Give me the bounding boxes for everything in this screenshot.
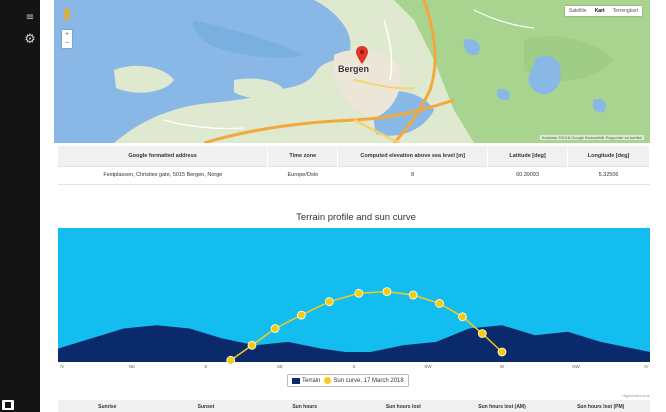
x-tick-label: W (500, 364, 505, 369)
header-timezone: Time zone (267, 146, 339, 166)
chart-title: Terrain profile and sun curve (296, 212, 416, 223)
x-tick-label: SE (277, 364, 283, 369)
x-tick-label: NE (129, 364, 135, 369)
header-elevation: Computed elevation above sea level [m] (337, 146, 489, 166)
x-tick-label: N (60, 364, 63, 369)
side-rail: ≡ ⚙ (0, 0, 40, 412)
sun-point (270, 324, 280, 333)
legend-sun-label: Sun curve, 17 March 2018 (333, 377, 404, 384)
zoom-control[interactable]: + − (62, 30, 72, 48)
header-sun-hours: Sun hours (292, 404, 318, 410)
taskbar-icon[interactable] (2, 400, 14, 410)
sun-point (435, 299, 444, 308)
main-content: + − Satellite Kart Terrengkart Bergen Kar… (40, 0, 666, 412)
location-info-table: Google formatted address Time zone Compu… (58, 146, 650, 185)
legend-terrain-label: Terrain (302, 377, 321, 384)
map-marker-icon[interactable] (356, 46, 368, 64)
header-sun-hours-lost-pm: Sun hours lost (PM) (577, 404, 625, 410)
sun-point (458, 312, 467, 322)
chart-legend: Terrain Sun curve, 17 March 2018 (287, 374, 409, 387)
cell-timezone: Europe/Oslo (267, 165, 338, 185)
x-tick-label: NW (572, 364, 580, 369)
terrain-swatch (292, 377, 300, 384)
sun-point (497, 347, 507, 357)
x-tick-label: SW (424, 364, 432, 369)
cell-elevation: 8 (337, 165, 488, 185)
x-tick-label: E (204, 364, 207, 369)
map-type-control: Satellite Kart Terrengkart (564, 6, 642, 16)
sun-point (477, 329, 487, 338)
x-tick-label: N (644, 364, 647, 369)
header-sunset: Sunset (197, 404, 215, 410)
table-row: Festplassen, Christies gate, 5015 Bergen… (58, 165, 650, 185)
table-header-row: Google formatted address Time zone Compu… (58, 146, 650, 166)
map-type-satellite[interactable]: Satellite (565, 6, 591, 16)
legend-item-terrain[interactable]: Terrain (292, 377, 321, 384)
zoom-in-button[interactable]: + (62, 30, 72, 39)
cell-latitude: 60.39093 (487, 165, 568, 185)
cell-address: Festplassen, Christies gate, 5015 Bergen… (58, 165, 268, 185)
menu-icon[interactable]: ≡ (24, 12, 36, 24)
header-sunrise: Sunrise (98, 404, 117, 410)
map[interactable]: + − Satellite Kart Terrengkart Bergen Kar… (54, 0, 650, 143)
chart-credit[interactable]: Highcharts.com (622, 393, 650, 398)
pegman-icon[interactable] (62, 8, 72, 22)
header-latitude: Latitude [deg] (487, 146, 569, 166)
map-footer[interactable]: Kartdata ©2018 Google Bruksvilkår Rappor… (539, 135, 644, 140)
sun-point (226, 355, 236, 365)
terrain-sun-chart: N NE E SE S SW W NW N (58, 228, 650, 369)
page: ≡ ⚙ + − Satellite Kart Terrengkart Berge… (0, 0, 666, 412)
city-label: Bergen (338, 64, 370, 74)
zoom-out-button[interactable]: − (62, 39, 72, 48)
sun-point (354, 288, 364, 298)
sun-point (408, 290, 418, 300)
map-type-terrain[interactable]: Terrengkart (609, 6, 642, 16)
sun-swatch (324, 377, 332, 384)
map-type-map[interactable]: Kart (591, 6, 609, 16)
gear-icon[interactable]: ⚙ (24, 33, 36, 46)
sun-point (247, 340, 257, 350)
sun-point (296, 310, 306, 320)
cell-longitude: 5.32506 (567, 165, 650, 185)
header-address: Google formatted address (58, 146, 269, 166)
sun-point (324, 297, 334, 307)
header-sun-hours-lost: Sun hours lost (385, 404, 421, 410)
x-tick-label: S (352, 364, 355, 369)
sun-table-header: Sunrise Sunset Sun hours Sun hours lost … (58, 400, 650, 412)
header-longitude: Longitude [deg] (567, 146, 650, 166)
sun-point (382, 287, 392, 296)
header-sun-hours-lost-am: Sun hours lost (AM) (478, 404, 526, 410)
legend-item-sun[interactable]: Sun curve, 17 March 2018 (324, 377, 404, 384)
